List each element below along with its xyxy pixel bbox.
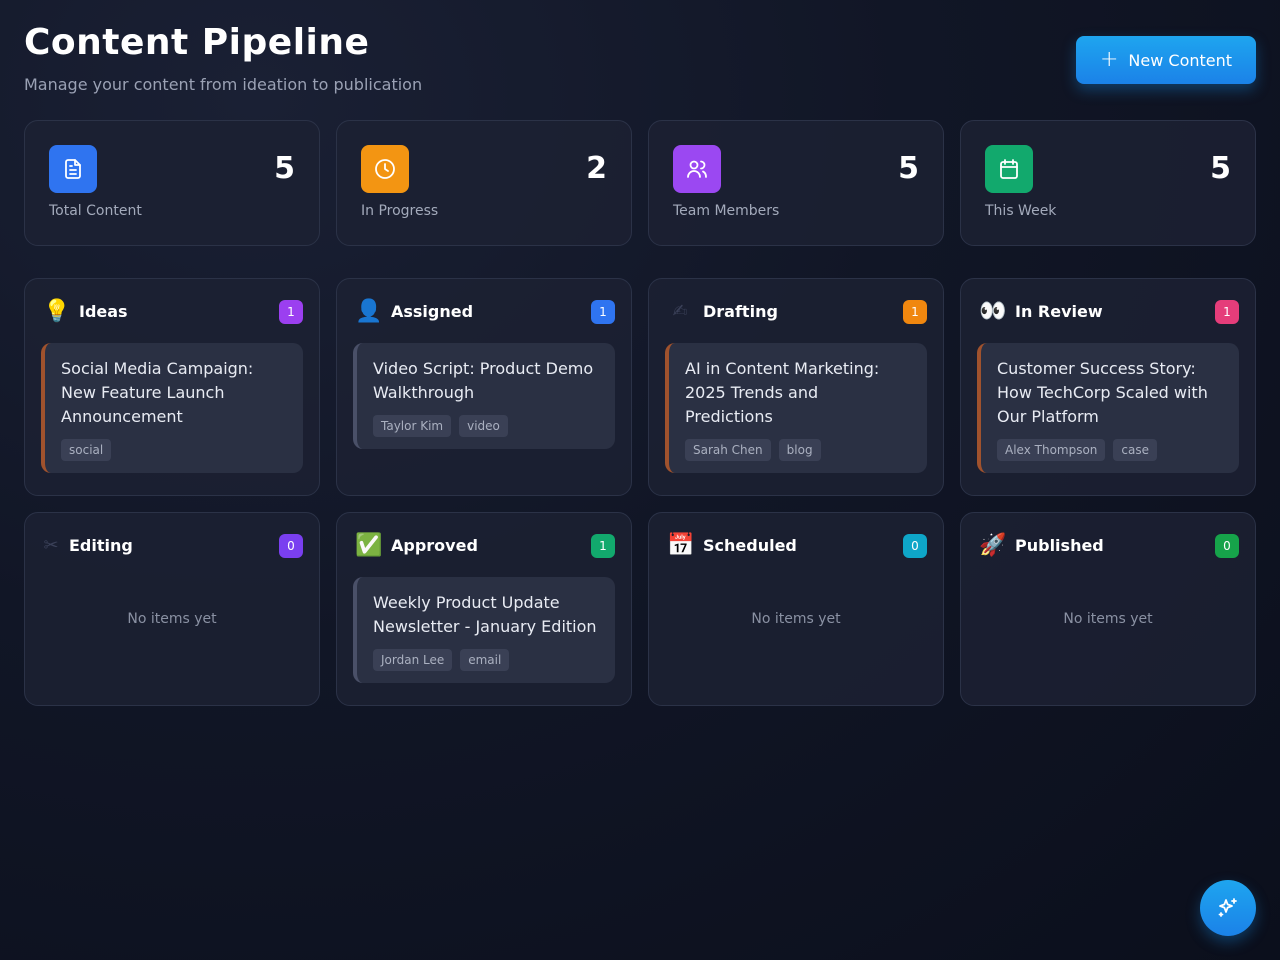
eyes-icon: 👀 bbox=[979, 298, 1007, 324]
stat-card-team-members: 5 Team Members bbox=[648, 120, 944, 246]
content-card[interactable]: Customer Success Story: How TechCorp Sca… bbox=[977, 343, 1239, 473]
card-title: Customer Success Story: How TechCorp Sca… bbox=[997, 359, 1208, 426]
column-drafting: ✍ Drafting 1 AI in Content Marketing: 20… bbox=[648, 278, 944, 496]
type-tag: blog bbox=[778, 439, 821, 461]
empty-state: No items yet bbox=[127, 611, 217, 627]
stat-value: 2 bbox=[586, 151, 607, 186]
type-tag: email bbox=[460, 649, 510, 671]
column-title: Drafting bbox=[703, 301, 778, 321]
card-title: Social Media Campaign: New Feature Launc… bbox=[61, 359, 254, 426]
column-count-badge: 0 bbox=[903, 534, 927, 558]
empty-state: No items yet bbox=[751, 611, 841, 627]
card-title: Weekly Product Update Newsletter - Janua… bbox=[373, 593, 597, 636]
writing-hand-icon: ✍ bbox=[672, 300, 688, 322]
column-in-review: 👀 In Review 1 Customer Success Story: Ho… bbox=[960, 278, 1256, 496]
column-header: 👀 In Review 1 bbox=[977, 279, 1239, 343]
assignee-tag: Sarah Chen bbox=[685, 439, 771, 461]
assignee-tag: Alex Thompson bbox=[997, 439, 1106, 461]
new-content-label: New Content bbox=[1128, 50, 1233, 70]
pipeline-board-row-2: ✂ Editing 0 No items yet ✅ Approved 1 We… bbox=[24, 512, 1256, 706]
type-tag: video bbox=[459, 415, 508, 437]
stat-value: 5 bbox=[898, 151, 919, 186]
card-tags: Jordan Lee email bbox=[373, 649, 599, 671]
column-title: Editing bbox=[69, 535, 133, 555]
column-header: ✍ Drafting 1 bbox=[665, 279, 927, 343]
ai-assist-button[interactable] bbox=[1200, 880, 1256, 936]
stat-label: This Week bbox=[985, 203, 1057, 219]
stat-card-this-week: 5 This Week bbox=[960, 120, 1256, 246]
content-card[interactable]: Video Script: Product Demo Walkthrough T… bbox=[353, 343, 615, 449]
column-title: Approved bbox=[391, 535, 478, 555]
sparkles-icon bbox=[1216, 896, 1240, 920]
card-tags: Sarah Chen blog bbox=[685, 439, 911, 461]
new-content-button[interactable]: + New Content bbox=[1076, 36, 1256, 84]
card-tags: Alex Thompson case bbox=[997, 439, 1223, 461]
stat-card-total-content: 5 Total Content bbox=[24, 120, 320, 246]
calendar-icon bbox=[985, 145, 1033, 193]
column-count-badge: 0 bbox=[279, 534, 303, 558]
rocket-icon: 🚀 bbox=[979, 532, 1007, 558]
column-header: 👤 Assigned 1 bbox=[353, 279, 615, 343]
column-title: Assigned bbox=[391, 301, 474, 321]
card-tags: Taylor Kim video bbox=[373, 415, 599, 437]
column-scheduled: 📅 Scheduled 0 No items yet bbox=[648, 512, 944, 706]
column-published: 🚀 Published 0 No items yet bbox=[960, 512, 1256, 706]
column-count-badge: 0 bbox=[1215, 534, 1239, 558]
content-card[interactable]: AI in Content Marketing: 2025 Trends and… bbox=[665, 343, 927, 473]
column-title: Scheduled bbox=[703, 535, 797, 555]
tag: social bbox=[61, 439, 112, 461]
stat-value: 5 bbox=[274, 151, 295, 186]
column-title: Published bbox=[1015, 535, 1104, 555]
pipeline-board-row-1: 💡 Ideas 1 Social Media Campaign: New Fea… bbox=[24, 278, 1256, 496]
scissors-icon: ✂ bbox=[43, 534, 59, 556]
stats-row: 5 Total Content 2 In Progress 5 Team Mem… bbox=[24, 120, 1256, 246]
page-subtitle: Manage your content from ideation to pub… bbox=[24, 75, 423, 94]
content-card[interactable]: Weekly Product Update Newsletter - Janua… bbox=[353, 577, 615, 683]
column-header: ✂ Editing 0 bbox=[41, 513, 303, 577]
plus-icon: + bbox=[1099, 47, 1119, 72]
check-mark-icon: ✅ bbox=[355, 532, 383, 558]
users-icon bbox=[673, 145, 721, 193]
column-header: 🚀 Published 0 bbox=[977, 513, 1239, 577]
header: Content Pipeline Manage your content fro… bbox=[24, 22, 422, 94]
card-tags: social bbox=[61, 439, 287, 461]
column-header: ✅ Approved 1 bbox=[353, 513, 615, 577]
lightbulb-icon: 💡 bbox=[43, 298, 71, 324]
column-count-badge: 1 bbox=[903, 300, 927, 324]
assignee-tag: Jordan Lee bbox=[373, 649, 453, 671]
stat-card-in-progress: 2 In Progress bbox=[336, 120, 632, 246]
column-approved: ✅ Approved 1 Weekly Product Update Newsl… bbox=[336, 512, 632, 706]
page-title: Content Pipeline bbox=[24, 22, 370, 63]
empty-state: No items yet bbox=[1063, 611, 1153, 627]
calendar-icon: 📅 bbox=[667, 532, 695, 558]
card-title: Video Script: Product Demo Walkthrough bbox=[373, 359, 594, 402]
column-assigned: 👤 Assigned 1 Video Script: Product Demo … bbox=[336, 278, 632, 496]
column-count-badge: 1 bbox=[279, 300, 303, 324]
column-count-badge: 1 bbox=[1215, 300, 1239, 324]
stat-label: Total Content bbox=[49, 203, 142, 219]
document-icon bbox=[49, 145, 97, 193]
stat-label: In Progress bbox=[361, 203, 439, 219]
column-title: In Review bbox=[1015, 301, 1103, 321]
card-title: AI in Content Marketing: 2025 Trends and… bbox=[685, 359, 880, 426]
clock-icon bbox=[361, 145, 409, 193]
column-count-badge: 1 bbox=[591, 300, 615, 324]
column-header: 💡 Ideas 1 bbox=[41, 279, 303, 343]
user-icon: 👤 bbox=[355, 298, 383, 324]
assignee-tag: Taylor Kim bbox=[373, 415, 452, 437]
column-title: Ideas bbox=[79, 301, 128, 321]
type-tag: case bbox=[1113, 439, 1158, 461]
content-card[interactable]: Social Media Campaign: New Feature Launc… bbox=[41, 343, 303, 473]
stat-value: 5 bbox=[1210, 151, 1231, 186]
stat-label: Team Members bbox=[673, 203, 780, 219]
column-editing: ✂ Editing 0 No items yet bbox=[24, 512, 320, 706]
column-ideas: 💡 Ideas 1 Social Media Campaign: New Fea… bbox=[24, 278, 320, 496]
column-count-badge: 1 bbox=[591, 534, 615, 558]
column-header: 📅 Scheduled 0 bbox=[665, 513, 927, 577]
